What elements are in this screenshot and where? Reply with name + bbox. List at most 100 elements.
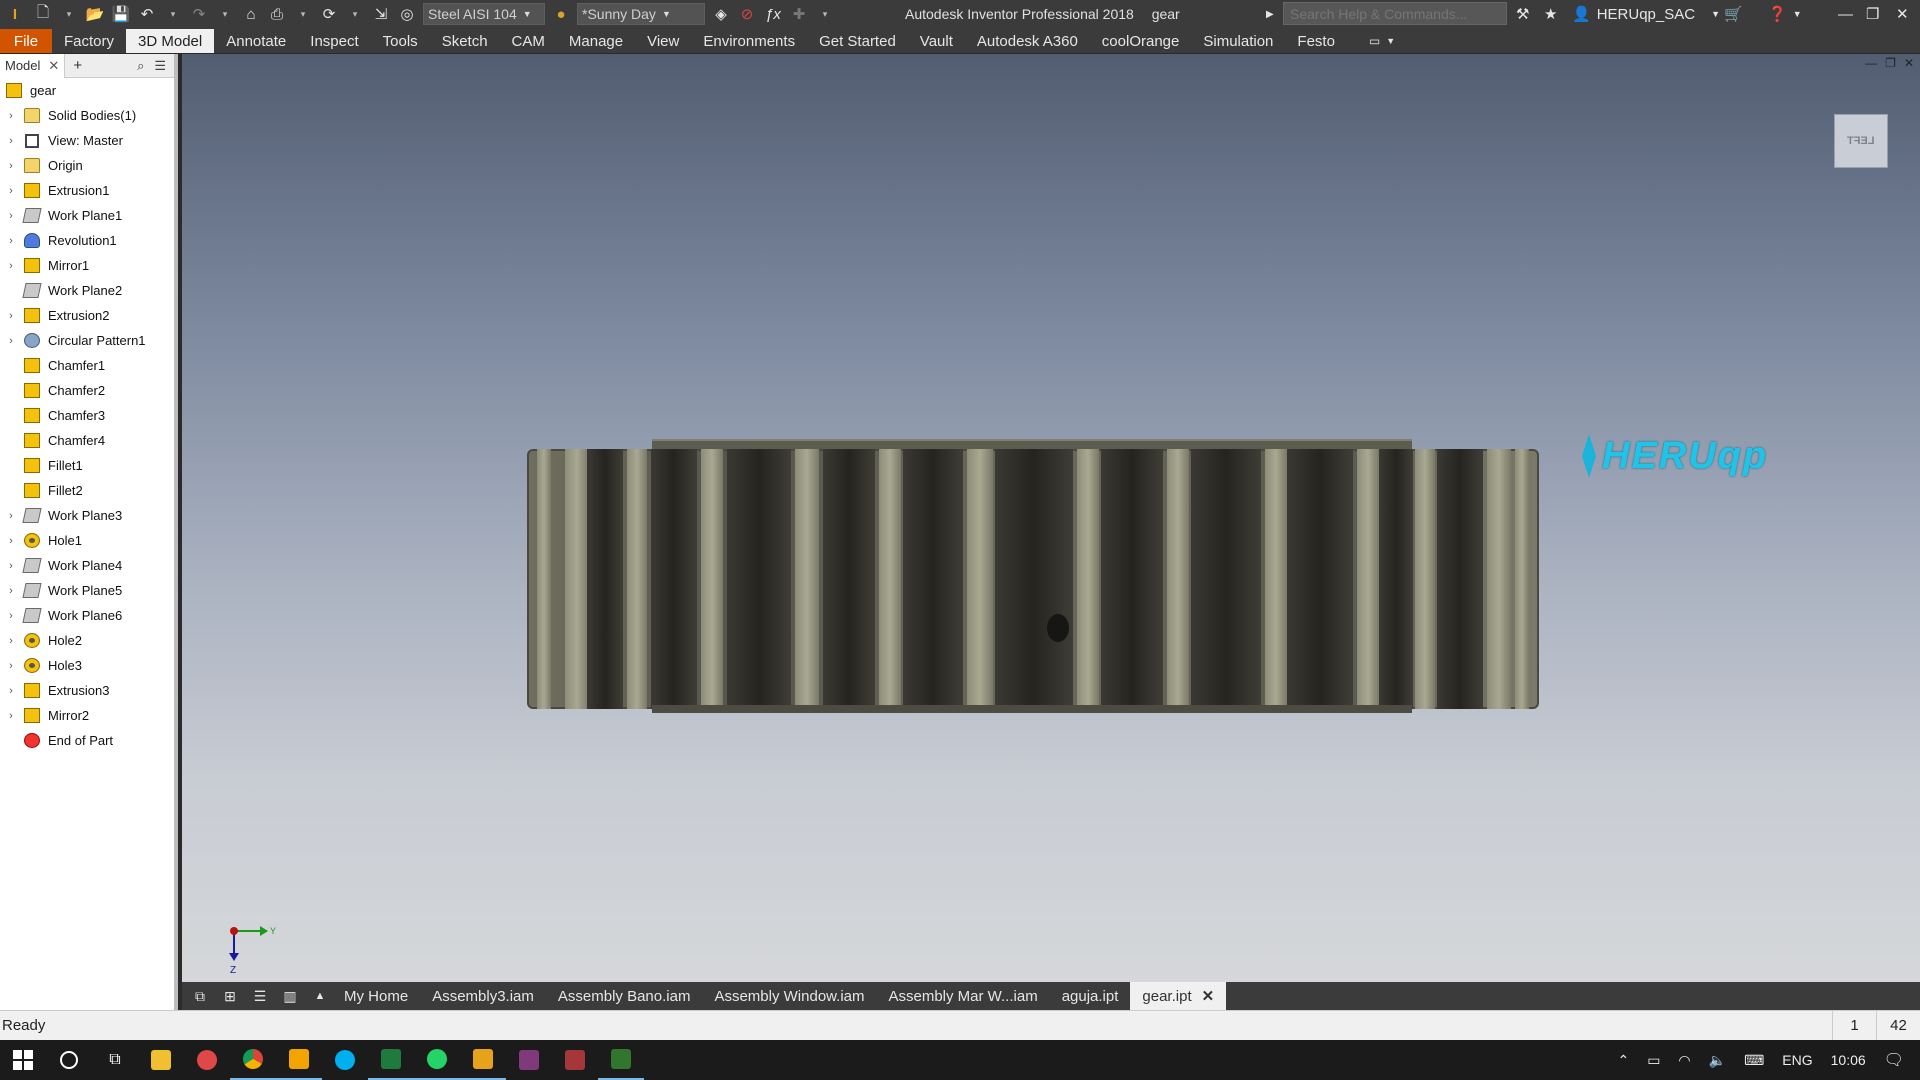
new-dropdown-icon[interactable]: ▾ — [58, 3, 80, 25]
adjust-appearance-icon[interactable]: ◈ — [710, 3, 732, 25]
expand-arrow-icon[interactable]: › — [0, 235, 22, 247]
notifications-icon[interactable]: 🗨 — [1884, 1050, 1904, 1070]
paint-app-icon[interactable] — [184, 1040, 230, 1080]
sign-in-tools-icon[interactable]: ⚒ — [1516, 3, 1529, 25]
ribbon-display-toggle[interactable]: ▭ ▼ — [1357, 29, 1407, 53]
chrome-icon[interactable] — [230, 1040, 276, 1080]
show-hidden-icons-icon[interactable]: ⌃ — [1617, 1052, 1629, 1069]
tab-get-started[interactable]: Get Started — [807, 29, 908, 53]
expand-arrow-icon[interactable]: › — [0, 160, 22, 172]
tab-simulation[interactable]: Simulation — [1191, 29, 1285, 53]
gear-model[interactable] — [527, 439, 1539, 713]
cascade-windows-icon[interactable]: ⧉ — [188, 986, 212, 1006]
tree-item[interactable]: › Hole1 — [0, 528, 174, 553]
file-explorer-icon[interactable] — [138, 1040, 184, 1080]
help-button[interactable]: ❓ ▼ — [1768, 3, 1802, 25]
expand-arrow-icon[interactable]: › — [0, 110, 22, 122]
inventor-app-icon[interactable] — [460, 1040, 506, 1080]
update-dropdown-icon[interactable]: ▾ — [344, 3, 366, 25]
tab-cam[interactable]: CAM — [500, 29, 557, 53]
tab-coolorange[interactable]: coolOrange — [1090, 29, 1192, 53]
tab-festo[interactable]: Festo — [1285, 29, 1347, 53]
restore-window-icon[interactable]: ❐ — [1866, 3, 1879, 25]
expand-arrow-icon[interactable]: › — [0, 635, 22, 647]
doc-tab-my-home[interactable]: My Home — [332, 982, 420, 1010]
tree-item[interactable]: › Circular Pattern1 — [0, 328, 174, 353]
doc-tab-gear[interactable]: gear.ipt ✕ — [1130, 982, 1227, 1010]
tree-item[interactable]: › Work Plane6 — [0, 603, 174, 628]
project-app-icon[interactable] — [598, 1040, 644, 1080]
excel-icon[interactable] — [368, 1040, 414, 1080]
tree-item[interactable]: Chamfer2 — [0, 378, 174, 403]
tree-item[interactable]: › Mirror1 — [0, 253, 174, 278]
windows-start-icon[interactable] — [0, 1040, 46, 1080]
tab-inspect[interactable]: Inspect — [298, 29, 370, 53]
expand-arrow-icon[interactable]: › — [0, 610, 22, 622]
print-dropdown-icon[interactable]: ▾ — [292, 3, 314, 25]
open-file-icon[interactable]: 📂 — [84, 3, 106, 25]
tree-item[interactable]: › Extrusion2 — [0, 303, 174, 328]
tree-item[interactable]: › Work Plane1 — [0, 203, 174, 228]
keyboard-icon[interactable]: ⌨ — [1744, 1052, 1764, 1069]
tab-view[interactable]: View — [635, 29, 691, 53]
expand-arrow-icon[interactable]: › — [0, 260, 22, 272]
undo-dropdown-icon[interactable]: ▾ — [162, 3, 184, 25]
select-icon[interactable]: ⇲ — [370, 3, 392, 25]
doc-tab-aguja[interactable]: aguja.ipt — [1050, 982, 1131, 1010]
tile-horizontal-icon[interactable]: ☰ — [248, 986, 272, 1006]
browser-menu-icon[interactable]: ☰ — [154, 58, 166, 74]
expand-arrow-icon[interactable]: › — [0, 585, 22, 597]
update-icon[interactable]: ⟳ — [318, 3, 340, 25]
expand-arrow-icon[interactable]: › — [0, 135, 22, 147]
user-account[interactable]: 👤 HERUqp_SAC ▼ — [1572, 3, 1720, 25]
restore-view-icon[interactable]: ❐ — [1885, 56, 1896, 70]
measure-icon[interactable]: ✚ — [788, 3, 810, 25]
expand-arrow-icon[interactable]: › — [0, 660, 22, 672]
expand-arrow-icon[interactable]: › — [0, 685, 22, 697]
doc-tab-assembly3[interactable]: Assembly3.iam — [420, 982, 546, 1010]
add-browser-tab-icon[interactable]: + — [73, 57, 82, 74]
customize-qa-dropdown-icon[interactable]: ▾ — [814, 3, 836, 25]
tree-item[interactable]: › Revolution1 — [0, 228, 174, 253]
close-view-icon[interactable]: ✕ — [1904, 56, 1914, 70]
tree-item[interactable]: › Origin — [0, 153, 174, 178]
browser-tab-model[interactable]: Model ✕ — [0, 53, 66, 78]
outlook-app-icon[interactable] — [276, 1040, 322, 1080]
tab-sketch[interactable]: Sketch — [430, 29, 500, 53]
viewcube[interactable]: LEFT — [1834, 114, 1888, 168]
wifi-icon[interactable]: ◠ — [1678, 1052, 1690, 1069]
battery-icon[interactable]: ▭ — [1647, 1052, 1660, 1069]
cortana-search-icon[interactable] — [46, 1040, 92, 1080]
task-view-icon[interactable]: ⧉ — [92, 1040, 138, 1080]
whatsapp-icon[interactable] — [414, 1040, 460, 1080]
skype-icon[interactable] — [322, 1040, 368, 1080]
expand-arrow-icon[interactable]: › — [0, 710, 22, 722]
language-indicator[interactable]: ENG — [1782, 1052, 1812, 1068]
print-icon[interactable]: ⎙ — [266, 3, 288, 25]
tab-file[interactable]: File — [0, 29, 52, 53]
tab-environments[interactable]: Environments — [691, 29, 807, 53]
tile-vertical-icon[interactable]: ▥ — [278, 986, 302, 1006]
expand-arrow-icon[interactable]: › — [0, 310, 22, 322]
search-help-input[interactable] — [1283, 2, 1507, 25]
new-file-icon[interactable]: 🗋 — [32, 3, 54, 25]
cart-icon[interactable]: 🛒 — [1724, 3, 1743, 25]
doc-tab-assembly-window[interactable]: Assembly Window.iam — [702, 982, 876, 1010]
tree-item[interactable]: › Work Plane4 — [0, 553, 174, 578]
expand-arrow-icon[interactable]: › — [0, 535, 22, 547]
tree-item[interactable]: Fillet1 — [0, 453, 174, 478]
tile-windows-icon[interactable]: ⊞ — [218, 986, 242, 1006]
tree-item[interactable]: Chamfer1 — [0, 353, 174, 378]
tree-item[interactable]: Chamfer3 — [0, 403, 174, 428]
tree-item[interactable]: › Hole3 — [0, 653, 174, 678]
favorites-star-icon[interactable]: ★ — [1544, 3, 1557, 25]
onenote-icon[interactable] — [506, 1040, 552, 1080]
redo-dropdown-icon[interactable]: ▾ — [214, 3, 236, 25]
close-icon[interactable]: ✕ — [48, 58, 59, 74]
tree-item[interactable]: › Work Plane5 — [0, 578, 174, 603]
tab-vault[interactable]: Vault — [908, 29, 965, 53]
tabs-up-arrow-icon[interactable]: ▲ — [308, 986, 332, 1006]
tab-manage[interactable]: Manage — [557, 29, 635, 53]
clock[interactable]: 10:06 — [1831, 1052, 1866, 1068]
material-select[interactable]: Steel AISI 104 ▼ — [423, 3, 545, 25]
